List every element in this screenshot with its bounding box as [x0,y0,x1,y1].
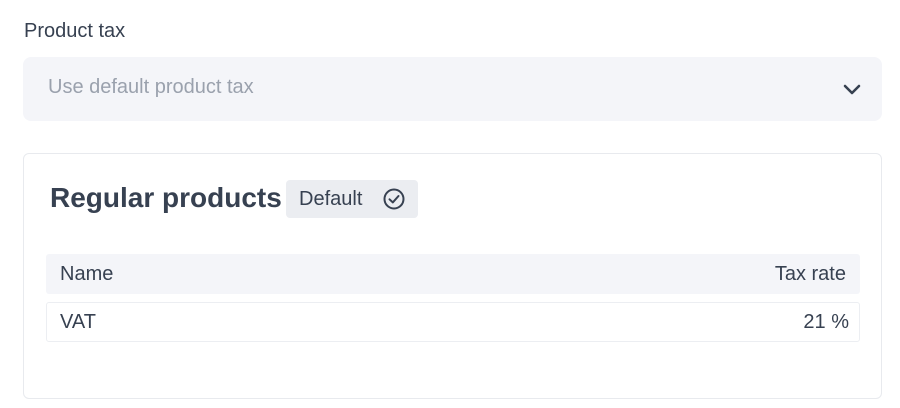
default-badge: Default [286,180,418,218]
tax-name-cell: VAT [60,311,96,333]
product-tax-select[interactable]: Use default product tax [23,57,882,121]
product-tax-label: Product tax [24,20,126,42]
table-row: VAT 21 % [46,302,860,342]
column-header-tax-rate: Tax rate [774,263,846,285]
tax-group-title: Regular products [50,182,282,213]
check-circle-icon [383,188,405,210]
tax-group-card: Regular products Default Name Tax rate V… [23,153,882,399]
default-badge-label: Default [299,188,363,210]
table-header: Name Tax rate [46,254,860,294]
column-header-name: Name [60,263,114,285]
product-tax-select-value: Use default product tax [48,76,254,98]
chevron-down-icon [843,84,861,95]
tax-rate-cell: 21 % [803,311,849,333]
